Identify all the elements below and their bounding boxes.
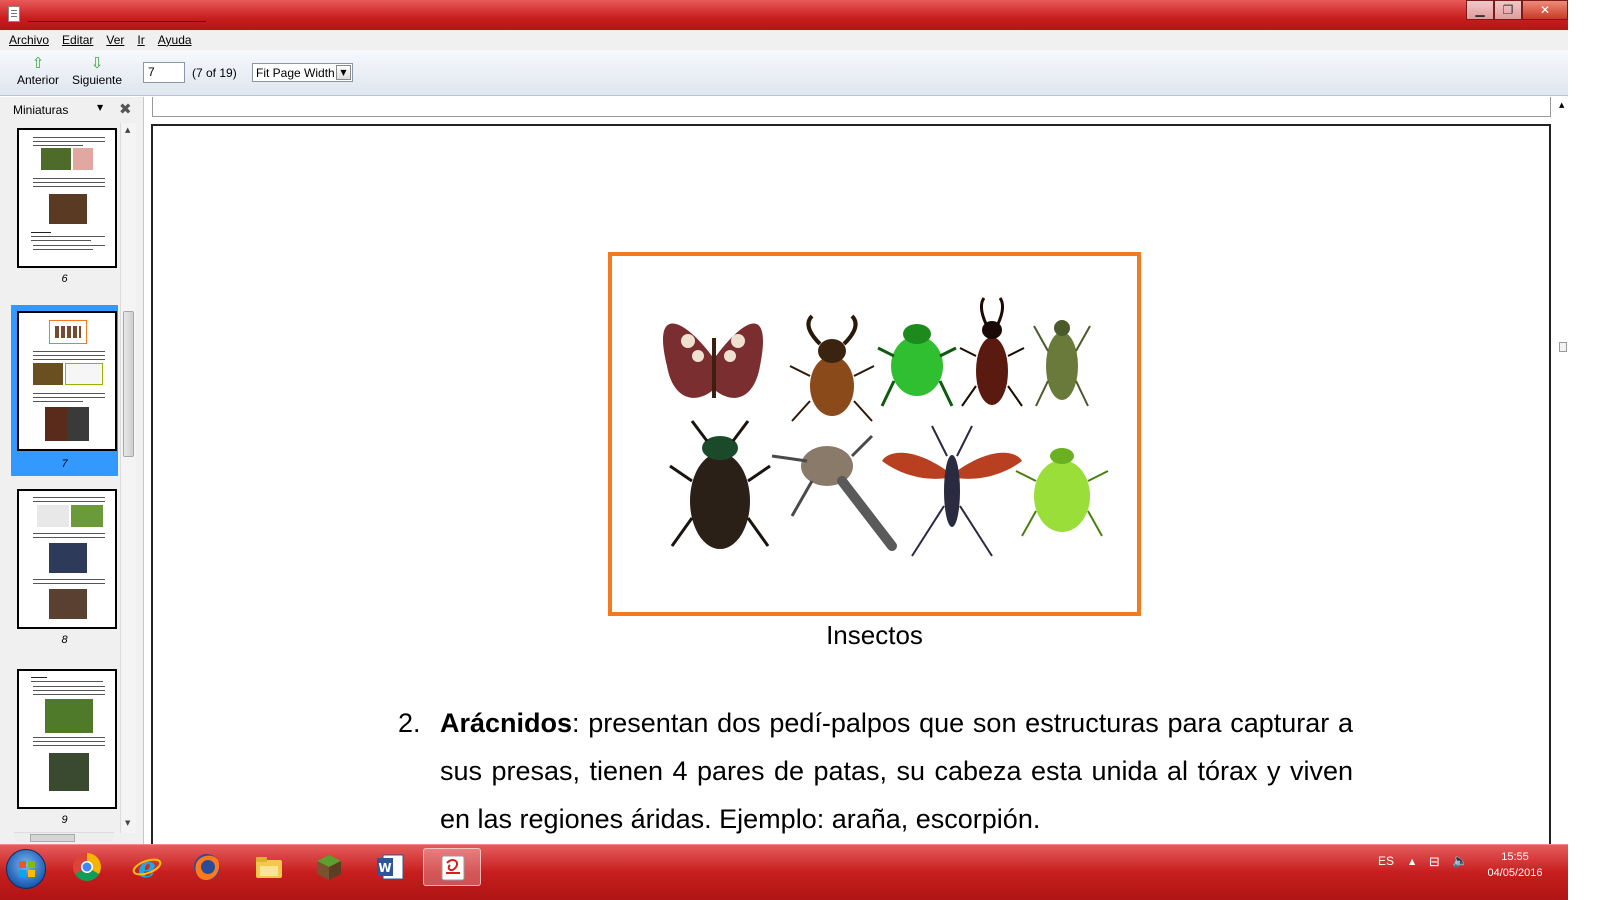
thumbnail-page-9[interactable]: 9: [11, 669, 118, 829]
insects-figure: [608, 252, 1141, 616]
sidebar-scrollbar-thumb[interactable]: [123, 311, 134, 457]
wasp-icon: [882, 425, 1022, 557]
pdf-reader-icon: [441, 855, 465, 881]
window-controls: ▁ ❐ ✕: [1466, 0, 1568, 20]
thumbnail-page-8[interactable]: 8: [11, 489, 118, 649]
menu-editar[interactable]: Editar: [62, 33, 93, 47]
document-scrollbar[interactable]: ▲: [1557, 97, 1568, 844]
insects-illustration: [663, 297, 1109, 557]
thumbnail-list: 6 7 8 9: [0, 123, 120, 844]
sidebar-horizontal-scrollbar[interactable]: [14, 832, 114, 842]
taskbar-chrome[interactable]: [58, 848, 116, 886]
language-indicator[interactable]: ES: [1378, 854, 1394, 868]
taskbar-firefox[interactable]: [178, 848, 236, 886]
rhino-beetle-icon: [789, 314, 875, 422]
thumbnail-page-7[interactable]: 7: [11, 305, 118, 476]
internet-explorer-icon: e: [132, 852, 162, 882]
paragraph-aracnidos: 2. Arácnidos: presentan dos pedí-palpos …: [398, 699, 1353, 843]
previous-page-label: Anterior: [17, 73, 60, 87]
page-count: (7 of 19): [192, 66, 237, 80]
arrow-down-icon: ⇩: [90, 54, 104, 72]
paragraph-text: : presentan dos pedí-palpos que son estr…: [440, 708, 1353, 834]
thumbnail-image: [17, 311, 117, 451]
taskbar-internet-explorer[interactable]: e: [118, 848, 176, 886]
sidebar-title: Miniaturas: [13, 103, 69, 117]
file-explorer-icon: [256, 857, 282, 878]
svg-text:W: W: [378, 861, 391, 875]
taskbar: e W ES ▲ ⊟ 🔈 15:55 04/05/2016: [0, 844, 1568, 900]
menu-ayuda[interactable]: Ayuda: [158, 33, 192, 47]
minecraft-icon: [317, 855, 341, 880]
clock-time: 15:55: [1501, 851, 1529, 863]
green-beetle-icon: [877, 324, 957, 407]
figure-caption: Insectos: [826, 620, 923, 650]
menu-ver[interactable]: Ver: [106, 33, 124, 47]
paragraph-body: Arácnidos: presentan dos pedí-palpos que…: [440, 699, 1353, 843]
app-window: ▁ ❐ ✕ Archivo Editar Ver Ir Ayuda ⇧ Ante…: [0, 0, 1568, 900]
page-number-input[interactable]: 7: [143, 62, 185, 83]
next-page-button[interactable]: ⇩ Siguiente: [72, 54, 123, 88]
thumbnail-image: [17, 489, 117, 629]
svg-text:e: e: [138, 852, 156, 882]
document-page: Insectos 2. Arácnidos: presentan dos ped…: [151, 124, 1551, 854]
document-viewer: Insectos 2. Arácnidos: presentan dos ped…: [145, 97, 1568, 854]
clock-date: 04/05/2016: [1487, 867, 1543, 879]
thumbnails-sidebar: Miniaturas ▼ ✖ 6 7 8 9 ▲ ▼: [0, 97, 144, 844]
maximize-button[interactable]: ❐: [1494, 0, 1522, 20]
arrow-up-icon: ⇧: [31, 54, 45, 72]
next-page-label: Siguiente: [72, 73, 123, 87]
list-number: 2.: [398, 708, 421, 738]
paragraph-bold-term: Arácnidos: [440, 708, 573, 738]
sidebar-scrollbar[interactable]: ▲ ▼: [120, 123, 136, 833]
app-document-icon[interactable]: [8, 6, 20, 22]
chevron-down-icon[interactable]: ▼: [336, 65, 351, 80]
word-icon: W: [377, 854, 404, 880]
show-hidden-icons-icon[interactable]: ▲: [1409, 857, 1415, 866]
thumbnail-image: [17, 669, 117, 809]
leaf-insect-icon: [1033, 320, 1091, 407]
volume-icon[interactable]: 🔈: [1452, 854, 1468, 869]
thumbnail-page-6[interactable]: 6: [11, 128, 118, 288]
menu-archivo[interactable]: Archivo: [9, 33, 49, 47]
taskbar-word[interactable]: W: [361, 848, 419, 886]
previous-page-edge: [152, 97, 1551, 117]
title-bar: ▁ ❐ ✕: [0, 0, 1568, 30]
sidebar-close-icon[interactable]: ✖: [119, 100, 132, 118]
minimize-button[interactable]: ▁: [1466, 0, 1494, 20]
start-icon[interactable]: [6, 849, 46, 889]
sidebar-dropdown-icon[interactable]: ▼: [97, 103, 103, 112]
network-icon[interactable]: ⊟: [1429, 855, 1440, 870]
scroll-up-icon[interactable]: ▲: [125, 126, 130, 134]
taskbar-minecraft[interactable]: [300, 848, 358, 886]
thumbnail-page-number: 9: [61, 814, 68, 826]
scroll-up-icon[interactable]: ▲: [1559, 101, 1564, 109]
menu-bar: Archivo Editar Ver Ir Ayuda: [0, 30, 1568, 50]
zoom-select[interactable]: Fit Page Width ▼: [252, 63, 353, 82]
previous-page-button[interactable]: ⇧ Anterior: [17, 54, 60, 88]
menu-ir[interactable]: Ir: [137, 33, 144, 47]
close-button[interactable]: ✕: [1522, 0, 1568, 20]
thumbnail-page-number: 7: [61, 458, 68, 470]
window-title: [28, 6, 206, 22]
stag-beetle-icon: [959, 297, 1025, 407]
green-scarab-icon: [1015, 448, 1109, 537]
firefox-icon: [194, 854, 220, 880]
butterfly-icon: [663, 323, 763, 398]
thumbnail-page-number: 8: [61, 634, 68, 646]
zoom-value: Fit Page Width: [256, 66, 335, 80]
sidebar-header: Miniaturas ▼ ✖: [0, 97, 144, 121]
horizontal-scrollbar-thumb[interactable]: [30, 834, 75, 842]
jewel-beetle-icon: [669, 420, 771, 549]
taskbar-pdf-reader[interactable]: [423, 848, 481, 886]
taskbar-file-explorer[interactable]: [240, 848, 298, 886]
thumbnail-image: [17, 128, 117, 268]
document-scrollbar-thumb[interactable]: [1559, 342, 1567, 352]
scroll-down-icon[interactable]: ▼: [125, 819, 130, 827]
thumbnail-page-number: 6: [61, 273, 68, 285]
chrome-icon: [73, 853, 101, 881]
system-clock[interactable]: 15:55 04/05/2016: [1482, 849, 1548, 881]
long-horned-beetle-icon: [771, 434, 897, 551]
